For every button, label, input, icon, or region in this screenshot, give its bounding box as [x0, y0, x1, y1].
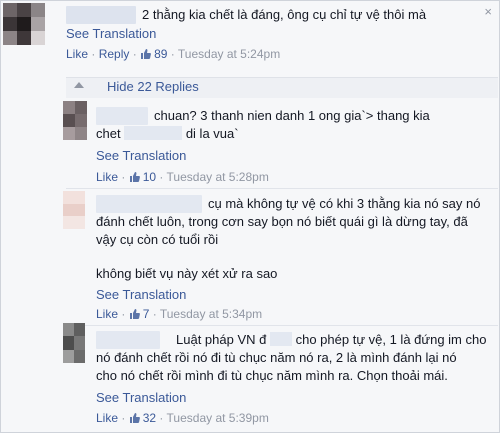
reply-text: Luật pháp VN đ cho phép tự vệ, 1 là đứng… [176, 331, 486, 349]
comment-text: 2 thằng kia chết là đáng, ông cụ chỉ tự … [142, 7, 427, 22]
avatar[interactable] [63, 101, 87, 140]
timestamp[interactable]: Tuesday at 5:34pm [160, 307, 262, 321]
reply-text-part: chet [96, 126, 121, 141]
avatar-pixel [74, 336, 85, 350]
avatar-pixel [3, 17, 17, 31]
separator: · [121, 411, 126, 425]
reply-text: vậy cụ còn có tuổi rồi [96, 232, 219, 247]
avatar-pixel [74, 350, 85, 363]
reply-text: cụ mà không tự vệ có khi 3 thằng kia nó … [208, 196, 481, 211]
timestamp[interactable]: Tuesday at 5:24pm [178, 47, 280, 61]
reply-arrow-icon [74, 82, 84, 88]
reply-link[interactable]: Reply [99, 47, 130, 61]
avatar-pixel [3, 3, 17, 17]
avatar-pixel [17, 17, 31, 31]
separator: · [121, 170, 126, 184]
redacted-word [124, 126, 183, 140]
comment-actions: Like · Reply · 89 · Tuesday at 5:24pm [66, 46, 280, 62]
author-name-redacted[interactable] [96, 195, 202, 213]
like-link[interactable]: Like [96, 170, 118, 184]
thumbs-up-icon [129, 412, 141, 424]
avatar-pixel [31, 31, 45, 45]
reply-text: chuan? 3 thanh nien danh 1 ong gia`> tha… [154, 108, 430, 123]
like-link[interactable]: Like [66, 47, 88, 61]
redacted-word [269, 332, 292, 346]
reply-text-part: Luật pháp VN đ [176, 332, 267, 347]
author-name-redacted[interactable] [96, 107, 148, 125]
reply-actions: Like · 10 · Tuesday at 5:28pm [96, 169, 269, 185]
like-count[interactable]: 7 [143, 307, 150, 321]
avatar-pixel [63, 101, 75, 114]
like-link[interactable]: Like [96, 411, 118, 425]
separator: · [170, 47, 175, 61]
avatar-pixel [63, 350, 74, 363]
like-count[interactable]: 89 [154, 47, 167, 61]
separator: · [121, 307, 126, 321]
avatar-pixel [31, 3, 45, 17]
avatar-pixel [31, 17, 45, 31]
like-link[interactable]: Like [96, 307, 118, 321]
reply-text-part: cho phép tự vệ, 1 là đứng im cho [295, 332, 487, 347]
separator: · [159, 411, 164, 425]
avatar-pixel [75, 101, 87, 114]
author-name-redacted[interactable] [66, 6, 136, 24]
like-count[interactable]: 10 [143, 170, 156, 184]
timestamp[interactable]: Tuesday at 5:39pm [167, 411, 269, 425]
avatar-pixel [63, 114, 75, 127]
separator: · [91, 47, 96, 61]
separator: · [132, 47, 137, 61]
reply-actions: Like · 32 · Tuesday at 5:39pm [96, 410, 269, 426]
avatar-pixel [3, 31, 17, 45]
thumbs-up-icon [140, 48, 152, 60]
avatar[interactable] [63, 323, 85, 363]
avatar[interactable] [63, 191, 85, 229]
avatar-pixel [63, 204, 85, 216]
hide-replies-link[interactable]: Hide 22 Replies [107, 78, 199, 96]
avatar-pixel [63, 216, 85, 229]
avatar-pixel [63, 191, 85, 204]
reply-text-part: di la vua` [185, 126, 239, 141]
see-translation-link[interactable]: See Translation [96, 389, 186, 407]
like-count[interactable]: 32 [143, 411, 156, 425]
avatar-pixel [63, 127, 75, 140]
avatar-pixel [17, 31, 31, 45]
thumbs-up-icon [129, 171, 141, 183]
reply-actions: Like · 7 · Tuesday at 5:34pm [96, 306, 262, 322]
author-name-redacted[interactable] [96, 331, 160, 349]
avatar-pixel [75, 114, 87, 127]
timestamp[interactable]: Tuesday at 5:28pm [167, 170, 269, 184]
separator: · [159, 170, 164, 184]
reply-text: chet di la vua` [96, 125, 239, 143]
reply-text: đánh chết luôn, trong cơn say bọn nó biế… [96, 214, 468, 229]
see-translation-link[interactable]: See Translation [66, 25, 156, 43]
reply-text: không biết vụ này xét xử ra sao [96, 266, 278, 281]
reply-text: nó đánh chết rồi nó đi tù chục năm nó ra… [96, 350, 457, 365]
see-translation-link[interactable]: See Translation [96, 286, 186, 304]
separator: · [152, 307, 157, 321]
avatar-pixel [63, 323, 74, 336]
reply-divider [66, 325, 498, 326]
reply-divider [66, 188, 498, 189]
avatar[interactable] [3, 3, 45, 45]
avatar-pixel [74, 323, 85, 336]
avatar-pixel [75, 127, 87, 140]
avatar-pixel [17, 3, 31, 17]
see-translation-link[interactable]: See Translation [96, 147, 186, 165]
reply-text: cho nó chết rồi mình đi tù chục năm mình… [96, 368, 448, 383]
avatar-pixel [63, 336, 74, 350]
close-icon[interactable]: × [484, 4, 492, 19]
thumbs-up-icon [129, 308, 141, 320]
